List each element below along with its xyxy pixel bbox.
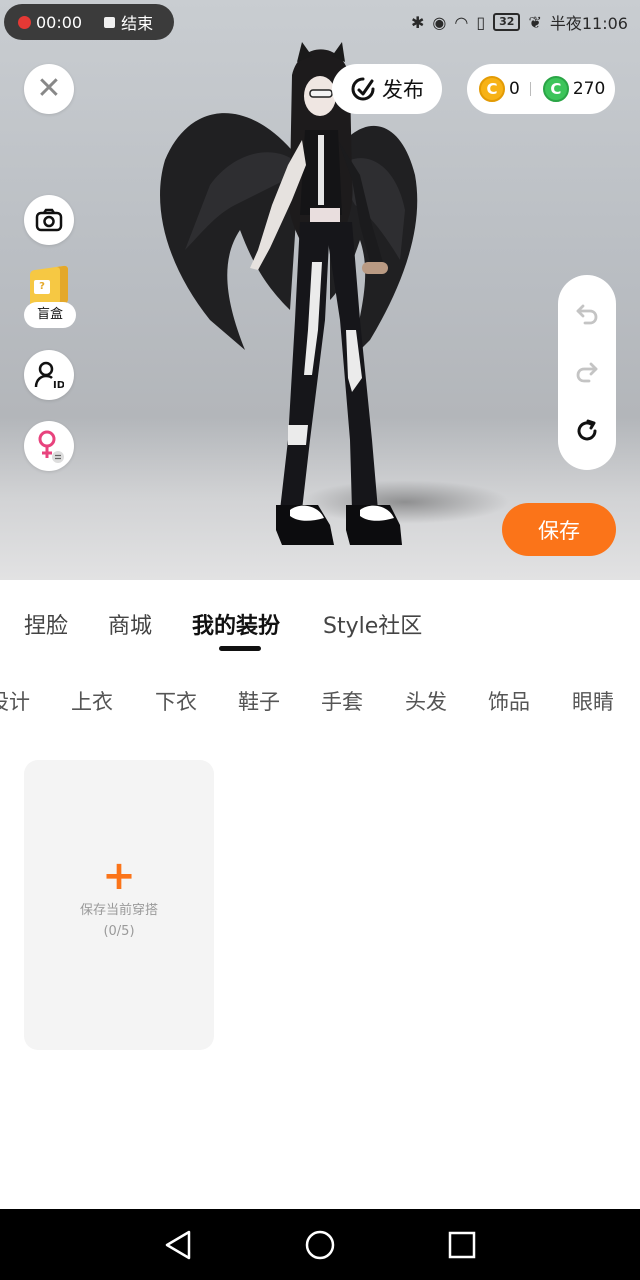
undo-icon[interactable] (574, 301, 600, 327)
category-shoes[interactable]: 鞋子 (238, 686, 280, 716)
plus-icon: + (102, 853, 136, 899)
active-tab-indicator (219, 646, 261, 651)
battery-icon: 32 (493, 13, 521, 31)
stop-icon[interactable] (104, 16, 116, 28)
publish-label: 发布 (382, 78, 424, 102)
blind-box-button[interactable]: ? 盲盒 (24, 265, 76, 330)
tab-shop[interactable]: 商城 (108, 608, 152, 640)
coin-divider (529, 82, 531, 96)
eye-icon: ◉ (432, 12, 447, 32)
reset-icon[interactable] (574, 418, 600, 444)
blind-box-label: 盲盒 (24, 302, 76, 328)
question-mark-icon: ? (34, 280, 50, 294)
leaf-icon: ❦ (528, 12, 542, 32)
currency-pill[interactable]: C 0 C 270 (467, 64, 615, 114)
outfit-count: (0/5) (103, 924, 135, 939)
publish-button[interactable]: 发布 (332, 64, 442, 114)
category-hair[interactable]: 头发 (405, 686, 447, 716)
category-gloves[interactable]: 手套 (321, 686, 363, 716)
redo-icon[interactable] (574, 359, 600, 385)
tab-style-community[interactable]: Style社区 (323, 608, 422, 640)
category-tops[interactable]: 上衣 (71, 686, 113, 716)
category-design[interactable]: 设计 (0, 686, 30, 716)
tab-my-outfits[interactable]: 我的装扮 (192, 608, 280, 640)
camera-icon (35, 208, 63, 232)
category-bottoms[interactable]: 下衣 (155, 686, 197, 716)
recording-time: 00:00 (36, 12, 83, 32)
wifi-icon: ◠ (454, 12, 469, 32)
system-nav-bar (0, 1209, 640, 1280)
screen-recorder-pill[interactable]: 00:00 结束 (4, 4, 174, 40)
camera-button[interactable] (24, 195, 74, 245)
save-outfit-card[interactable]: + 保存当前穿搭 (0/5) (24, 760, 214, 1050)
save-button[interactable]: 保存 (502, 503, 616, 556)
gold-coin-count: 0 (509, 79, 520, 99)
system-status: ✱ ◉ ◠ ▯ 32 ❦ 半夜11:06 (411, 10, 628, 34)
close-button[interactable]: ✕ (24, 64, 74, 114)
gender-switch-button[interactable] (24, 421, 74, 471)
record-dot-icon (18, 15, 31, 29)
avatar-stage: 00:00 结束 ✱ ◉ ◠ ▯ 32 ❦ 半夜11:06 ✕ 发布 C 0 C… (0, 0, 640, 580)
home-icon[interactable] (304, 1229, 336, 1261)
category-accessories[interactable]: 饰品 (488, 686, 530, 716)
history-panel (558, 275, 616, 470)
user-id-icon: ID (34, 361, 64, 390)
bluetooth-icon: ✱ (411, 12, 425, 32)
close-icon: ✕ (36, 71, 62, 106)
sim-alert-icon: ▯ (476, 12, 486, 32)
category-bar: 设计 上衣 下衣 鞋子 手套 头发 饰品 眼睛 (0, 670, 640, 730)
green-coin-icon: C (542, 76, 569, 102)
recent-apps-icon[interactable] (448, 1229, 476, 1261)
avatar-id-button[interactable]: ID (24, 350, 74, 400)
category-eyes[interactable]: 眼睛 (572, 686, 614, 716)
tab-face-edit[interactable]: 捏脸 (24, 608, 68, 640)
gold-coin-icon: C (479, 76, 505, 102)
back-icon[interactable] (163, 1229, 193, 1261)
save-outfit-label: 保存当前穿搭 (79, 903, 158, 918)
end-recording-label[interactable]: 结束 (121, 10, 153, 34)
main-tabs: 捏脸 商城 我的装扮 Style社区 (0, 580, 640, 670)
svg-text:ID: ID (53, 380, 64, 390)
publish-icon (351, 77, 375, 101)
female-icon (38, 430, 64, 463)
clock: 半夜11:06 (549, 14, 628, 33)
green-coin-count: 270 (572, 79, 606, 99)
